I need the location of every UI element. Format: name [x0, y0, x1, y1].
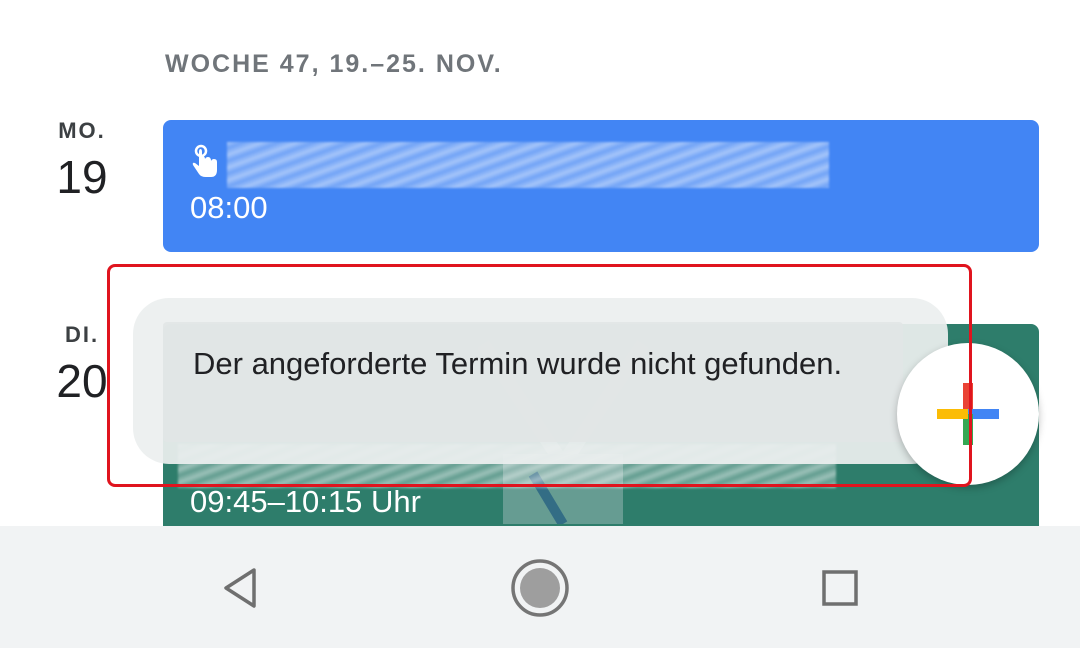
redacted-title: [227, 142, 829, 188]
touch-icon: [192, 144, 217, 177]
day-abbr: DI.: [64, 322, 100, 347]
week-header: WOCHE 47, 19.–25. NOV.: [165, 50, 503, 78]
recents-icon[interactable]: [808, 556, 872, 620]
day-number: 20: [56, 355, 108, 407]
event-time: 08:00: [190, 190, 268, 225]
home-icon[interactable]: [508, 556, 572, 620]
navigation-bar: [0, 526, 1080, 648]
highlight-box: [107, 264, 972, 487]
day-abbr: MO.: [58, 118, 106, 143]
event-time: 09:45–10:15 Uhr: [190, 484, 421, 519]
day-label-monday[interactable]: MO. 19: [52, 118, 112, 204]
back-icon[interactable]: [208, 556, 272, 620]
day-number: 19: [56, 151, 108, 203]
day-label-tuesday[interactable]: DI. 20: [52, 322, 112, 408]
calendar-screen: WOCHE 47, 19.–25. NOV. MO. 19 08:00 DI. …: [0, 0, 1080, 648]
event-card-monday[interactable]: 08:00: [163, 120, 1039, 252]
